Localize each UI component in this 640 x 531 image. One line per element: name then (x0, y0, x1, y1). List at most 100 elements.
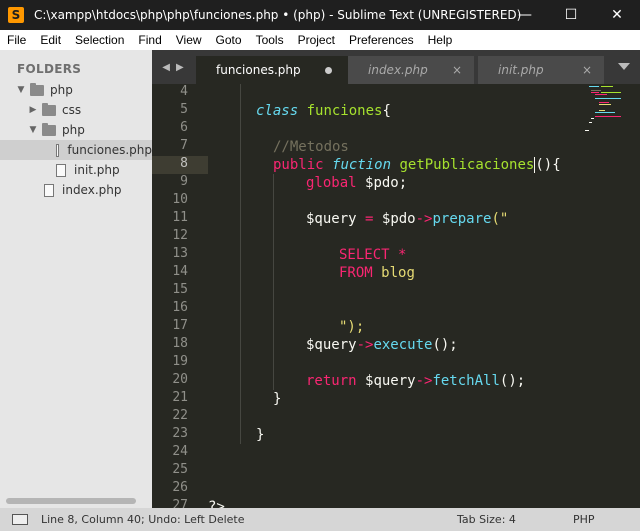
line-number: 9 (180, 174, 188, 189)
tab-index-php[interactable]: index.php × (348, 56, 474, 84)
menu-find[interactable]: Find (131, 30, 168, 50)
line-number: 15 (172, 282, 188, 297)
line-number: 11 (172, 210, 188, 225)
menu-selection[interactable]: Selection (68, 30, 131, 50)
line-number: 18 (172, 336, 188, 351)
file-icon (56, 163, 66, 177)
window-controls: — ☐ ✕ (502, 0, 640, 30)
menu-project[interactable]: Project (291, 30, 342, 50)
line-number: 19 (172, 354, 188, 369)
line-number: 6 (180, 120, 188, 135)
menu-goto[interactable]: Goto (209, 30, 249, 50)
sidebar-folder-css[interactable]: ▶ css (28, 100, 152, 120)
chevron-down-icon[interactable]: ▼ (28, 125, 38, 135)
tab-overflow-icon[interactable] (618, 63, 630, 70)
sublime-app-icon: S (8, 7, 24, 23)
tab-label: index.php (368, 63, 428, 77)
chevron-down-icon[interactable]: ▼ (16, 85, 26, 95)
tab-bar: ◀ ▶ funciones.php index.php × init.php × (152, 50, 640, 84)
line-number: 26 (172, 480, 188, 495)
close-button[interactable]: ✕ (594, 0, 640, 30)
line-number: 4 (180, 84, 188, 99)
title-bar: S C:\xampp\htdocs\php\php\funciones.php … (0, 0, 640, 30)
sidebar: FOLDERS ▼ php ▶ css ▼ php funciones.php … (0, 50, 152, 508)
sidebar-item-label: php (62, 123, 85, 137)
close-tab-icon[interactable]: × (582, 63, 592, 77)
sidebar-folder-php[interactable]: ▼ php (28, 120, 152, 140)
line-number: 14 (172, 264, 188, 279)
line-number: 7 (180, 138, 188, 153)
sidebar-scrollbar[interactable] (6, 498, 136, 504)
line-number: 13 (172, 246, 188, 261)
folder-icon (42, 102, 56, 116)
tab-prev-icon[interactable]: ◀ (162, 62, 170, 73)
indent-guide (273, 174, 274, 390)
minimize-button[interactable]: — (502, 0, 548, 30)
code-line-14: FROM blog (339, 265, 415, 281)
syntax-selector[interactable]: PHP (573, 513, 595, 526)
sidebar-item-label: index.php (62, 183, 122, 197)
file-icon (56, 143, 60, 157)
maximize-button[interactable]: ☐ (548, 0, 594, 30)
tab-label: funciones.php (216, 63, 301, 77)
sidebar-file-init[interactable]: init.php (56, 160, 152, 180)
sidebar-item-label: php (50, 83, 73, 97)
code-line-17: "); (339, 319, 365, 335)
line-gutter: 4 5 6 7 8 9 10 11 12 13 14 15 16 17 18 1… (152, 84, 198, 508)
line-number: 25 (172, 462, 188, 477)
sidebar-item-label: funciones.php (67, 143, 152, 157)
tab-label: init.php (498, 63, 544, 77)
code-line-9: global $pdo; (306, 175, 408, 191)
window-title: C:\xampp\htdocs\php\php\funciones.php • … (34, 8, 522, 22)
tab-size-selector[interactable]: Tab Size: 4 (457, 513, 516, 526)
file-icon (44, 183, 54, 197)
code-line-5: class funciones{ (256, 103, 391, 119)
unsaved-dot-icon[interactable] (325, 66, 332, 74)
menu-edit[interactable]: Edit (33, 30, 68, 50)
close-tab-icon[interactable]: × (452, 63, 462, 77)
line-number: 16 (172, 300, 188, 315)
code-line-11: $query = $pdo->prepare(" (306, 211, 509, 227)
minimap[interactable] (585, 84, 630, 144)
folders-header: FOLDERS (17, 62, 82, 76)
indent-guide (240, 84, 241, 444)
folder-open-icon (30, 82, 44, 96)
sidebar-folder-php-root[interactable]: ▼ php (16, 80, 152, 100)
cursor-position-status: Line 8, Column 40; Undo: Left Delete (41, 513, 245, 526)
panel-toggle-icon[interactable] (12, 514, 28, 525)
line-number: 23 (172, 426, 188, 441)
menu-tools[interactable]: Tools (249, 30, 291, 50)
chevron-right-icon[interactable]: ▶ (28, 105, 38, 115)
line-number: 21 (172, 390, 188, 405)
menu-help[interactable]: Help (421, 30, 460, 50)
menu-view[interactable]: View (169, 30, 209, 50)
tab-next-icon[interactable]: ▶ (176, 62, 184, 73)
menu-file[interactable]: File (0, 30, 33, 50)
line-number: 10 (172, 192, 188, 207)
line-number: 22 (172, 408, 188, 423)
code-line-23: } (256, 427, 265, 443)
line-number: 17 (172, 318, 188, 333)
sidebar-item-label: init.php (74, 163, 120, 177)
line-number: 5 (180, 102, 188, 117)
tab-funciones-php[interactable]: funciones.php (196, 56, 348, 84)
code-editor[interactable]: 4 5 6 7 8 9 10 11 12 13 14 15 16 17 18 1… (152, 84, 640, 508)
line-number: 27 (172, 498, 188, 508)
sidebar-file-index[interactable]: index.php (44, 180, 152, 200)
sidebar-file-funciones[interactable]: funciones.php (0, 140, 152, 160)
code-line-18: $query->execute(); (306, 337, 458, 353)
line-number: 12 (172, 228, 188, 243)
code-line-8: public fuction getPublicaciones(){ (273, 156, 561, 173)
line-number: 20 (172, 372, 188, 387)
status-bar: Line 8, Column 40; Undo: Left Delete Tab… (0, 508, 640, 531)
menu-preferences[interactable]: Preferences (342, 30, 421, 50)
code-line-13: SELECT * (339, 247, 407, 263)
tab-init-php[interactable]: init.php × (478, 56, 604, 84)
code-line-7: //Metodos (273, 139, 349, 155)
menu-bar: File Edit Selection Find View Goto Tools… (0, 30, 640, 50)
code-line-27: ?> (208, 499, 225, 508)
tab-navigation: ◀ ▶ (152, 50, 194, 84)
line-number: 24 (172, 444, 188, 459)
line-number: 8 (180, 156, 188, 171)
folder-open-icon (42, 122, 56, 136)
